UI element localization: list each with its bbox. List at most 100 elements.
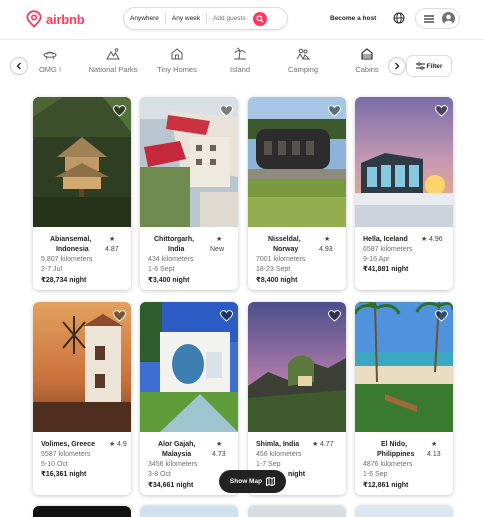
listing-price: ₹16,361 night — [41, 471, 87, 478]
category-tiny-homes[interactable]: Tiny Homes — [142, 47, 212, 74]
listing-location: Chittorgarh, — [154, 236, 195, 243]
listing-location: Volimes, Greece — [41, 441, 95, 448]
category-label: Tiny Homes — [157, 65, 197, 74]
listing-distance: 5587 kilometers — [41, 451, 91, 458]
sliders-icon — [415, 62, 425, 70]
listing-rating: 4.13 — [427, 451, 441, 458]
cabin-icon — [361, 48, 373, 60]
listing-rating: 4.9 — [117, 441, 127, 448]
wishlist-heart-icon[interactable] — [328, 310, 341, 322]
listing-dates: 3-8 Oct — [148, 471, 171, 478]
listing-card[interactable]: Hella, Iceland ★ 4.96 6587 kilometers 9-… — [355, 97, 453, 290]
hamburger-icon — [424, 14, 434, 23]
wishlist-heart-icon[interactable] — [435, 105, 448, 117]
listing-card-partial[interactable] — [355, 506, 453, 517]
listing-card[interactable]: El Nido, Philippines ★ 4.13 4876 kilomet… — [355, 302, 453, 495]
park-icon — [106, 48, 120, 60]
listing-rating: New — [210, 246, 225, 253]
listing-card-partial[interactable] — [33, 506, 131, 517]
listing-details: Volimes, Greece ★ 4.9 5587 kilometers 5-… — [33, 432, 131, 495]
categories-next-button[interactable] — [388, 57, 406, 75]
listing-price: ₹12,861 night — [363, 482, 409, 489]
listing-card[interactable]: Volimes, Greece ★ 4.9 5587 kilometers 5-… — [33, 302, 131, 495]
camping-icon — [296, 48, 310, 60]
wishlist-heart-icon[interactable] — [220, 105, 233, 117]
listing-price: ₹28,734 night — [41, 277, 87, 284]
search-icon — [256, 14, 264, 23]
show-map-button[interactable]: Show Map — [219, 470, 286, 493]
listing-dates: 5-10 Oct — [41, 461, 68, 468]
listing-details: Chittorgarh, India ★ New 434 kilometers … — [140, 227, 238, 290]
listing-dates: 18-23 Sept — [256, 266, 291, 273]
brand-name: airbnb — [46, 11, 85, 27]
listing-details: El Nido, Philippines ★ 4.13 4876 kilomet… — [355, 432, 453, 495]
chevron-right-icon — [395, 62, 400, 70]
search-bar[interactable]: Anywhere Any week Add guests — [123, 7, 288, 30]
listing-card-partial[interactable] — [140, 506, 238, 517]
star-icon: ★ — [216, 441, 223, 448]
map-icon — [266, 477, 276, 486]
filter-button[interactable]: Filter — [406, 55, 452, 77]
listing-card[interactable]: Shimla, India ★ 4.77 456 kilometers 1-7 … — [248, 302, 346, 495]
category-omg[interactable]: OMG ! — [15, 47, 85, 74]
search-button[interactable] — [252, 11, 267, 26]
listing-card[interactable]: Alor Gajah, Malaysia ★ 4.73 3456 kilomet… — [140, 302, 238, 495]
star-icon: ★ — [216, 236, 223, 243]
search-where[interactable]: Anywhere — [124, 15, 165, 22]
ufo-icon — [43, 51, 57, 60]
search-guests[interactable]: Add guests — [207, 15, 252, 22]
star-icon: ★ — [109, 236, 116, 243]
listing-card[interactable]: Nisseldal, Norway ★ 4.93 7001 kilometers… — [248, 97, 346, 290]
category-camping[interactable]: Camping — [268, 47, 338, 74]
listing-distance: 3456 kilometers — [148, 461, 198, 468]
listing-rating: 4.73 — [212, 451, 226, 458]
star-icon: ★ — [312, 441, 319, 448]
wishlist-heart-icon[interactable] — [435, 310, 448, 322]
listing-dates: 2-7 Jul — [41, 266, 63, 273]
listing-location: Norway — [273, 246, 299, 253]
user-menu-button[interactable] — [415, 8, 460, 29]
listing-dates: 1-6 Sept — [148, 266, 175, 273]
category-label: OMG ! — [38, 65, 62, 74]
airbnb-logo[interactable]: airbnb — [25, 9, 85, 29]
listing-card-partial[interactable] — [248, 506, 346, 517]
star-icon: ★ — [109, 441, 116, 448]
listing-dates: 1-6 Sep — [363, 471, 388, 478]
listing-distance: 6587 kilometers — [363, 246, 413, 253]
listing-location: El Nido, — [381, 441, 408, 448]
category-island[interactable]: Island — [205, 47, 275, 74]
listing-details: Nisseldal, Norway ★ 4.93 7001 kilometers… — [248, 227, 346, 290]
listing-card[interactable]: Abiansemal, Indonesia ★ 4.87 5,807 kilom… — [33, 97, 131, 290]
wishlist-heart-icon[interactable] — [220, 310, 233, 322]
listing-price: ₹3,400 night — [148, 277, 190, 284]
globe-icon[interactable] — [393, 12, 405, 24]
listing-distance: 5,807 kilometers — [41, 256, 93, 263]
island-icon — [234, 47, 246, 60]
listing-details: Hella, Iceland ★ 4.96 6587 kilometers 9-… — [355, 227, 453, 290]
listing-distance: 4876 kilometers — [363, 461, 413, 468]
category-national-parks[interactable]: National Parks — [78, 47, 148, 74]
wishlist-heart-icon[interactable] — [113, 105, 126, 117]
category-label: Cabins — [355, 65, 379, 74]
wishlist-heart-icon[interactable] — [328, 105, 341, 117]
star-icon: ★ — [324, 236, 331, 243]
airbnb-logo-icon — [26, 10, 42, 28]
listing-distance: 456 kilometers — [256, 451, 302, 458]
listing-card[interactable]: Chittorgarh, India ★ New 434 kilometers … — [140, 97, 238, 290]
category-label: Island — [229, 65, 250, 74]
user-avatar-icon — [442, 12, 455, 25]
listing-rating: 4.77 — [320, 441, 334, 448]
listing-location: Nisseldal, — [268, 236, 301, 243]
become-host-link[interactable]: Become a host — [330, 15, 376, 22]
search-when[interactable]: Any week — [166, 15, 206, 22]
listing-details: Abiansemal, Indonesia ★ 4.87 5,807 kilom… — [33, 227, 131, 290]
tiny-home-icon — [171, 48, 183, 60]
category-bar: OMG ! National Parks Tiny Homes Island C… — [0, 41, 484, 86]
listing-price: night — [288, 471, 306, 478]
show-map-label: Show Map — [229, 478, 263, 485]
listing-distance: 434 kilometers — [148, 256, 194, 263]
category-label: Camping — [287, 65, 318, 74]
category-label: National Parks — [88, 65, 138, 74]
wishlist-heart-icon[interactable] — [113, 310, 126, 322]
star-icon: ★ — [431, 441, 438, 448]
